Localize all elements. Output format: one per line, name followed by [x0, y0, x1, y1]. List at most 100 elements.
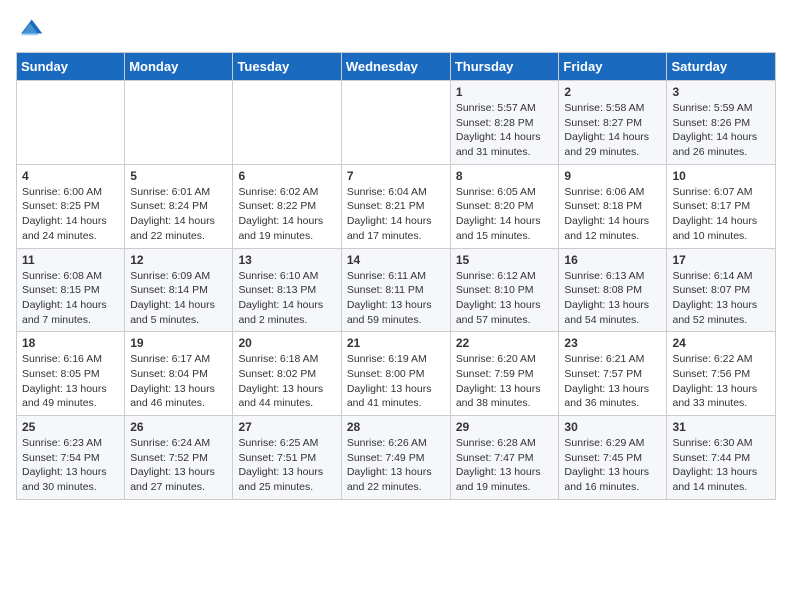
day-info: Sunrise: 6:00 AM Sunset: 8:25 PM Dayligh…: [22, 185, 119, 244]
day-number: 7: [347, 169, 445, 183]
calendar-cell: [233, 81, 341, 165]
day-number: 30: [564, 420, 661, 434]
day-number: 23: [564, 336, 661, 350]
calendar-week-3: 11 Sunrise: 6:08 AM Sunset: 8:15 PM Dayli…: [17, 248, 776, 332]
day-number: 31: [672, 420, 770, 434]
day-info: Sunrise: 6:11 AM Sunset: 8:11 PM Dayligh…: [347, 269, 445, 328]
calendar-cell: 5 Sunrise: 6:01 AM Sunset: 8:24 PM Daylig…: [125, 164, 233, 248]
logo-icon: [16, 16, 44, 44]
day-number: 10: [672, 169, 770, 183]
day-info: Sunrise: 6:22 AM Sunset: 7:56 PM Dayligh…: [672, 352, 770, 411]
day-number: 5: [130, 169, 227, 183]
calendar-cell: 2 Sunrise: 5:58 AM Sunset: 8:27 PM Daylig…: [559, 81, 667, 165]
calendar-cell: 17 Sunrise: 6:14 AM Sunset: 8:07 PM Dayli…: [667, 248, 776, 332]
day-number: 14: [347, 253, 445, 267]
day-number: 9: [564, 169, 661, 183]
day-info: Sunrise: 5:59 AM Sunset: 8:26 PM Dayligh…: [672, 101, 770, 160]
day-info: Sunrise: 6:09 AM Sunset: 8:14 PM Dayligh…: [130, 269, 227, 328]
day-info: Sunrise: 6:18 AM Sunset: 8:02 PM Dayligh…: [238, 352, 335, 411]
day-number: 27: [238, 420, 335, 434]
day-number: 21: [347, 336, 445, 350]
page-header: [16, 16, 776, 44]
day-info: Sunrise: 6:10 AM Sunset: 8:13 PM Dayligh…: [238, 269, 335, 328]
day-info: Sunrise: 6:20 AM Sunset: 7:59 PM Dayligh…: [456, 352, 554, 411]
calendar-cell: 9Sunrise: 6:06 AM Sunset: 8:18 PM Daylig…: [559, 164, 667, 248]
day-number: 12: [130, 253, 227, 267]
calendar-week-4: 18 Sunrise: 6:16 AM Sunset: 8:05 PM Dayli…: [17, 332, 776, 416]
calendar-cell: 15 Sunrise: 6:12 AM Sunset: 8:10 PM Dayli…: [450, 248, 559, 332]
day-info: Sunrise: 6:23 AM Sunset: 7:54 PM Dayligh…: [22, 436, 119, 495]
day-info: Sunrise: 6:04 AM Sunset: 8:21 PM Dayligh…: [347, 185, 445, 244]
day-info: Sunrise: 6:25 AM Sunset: 7:51 PM Dayligh…: [238, 436, 335, 495]
day-number: 22: [456, 336, 554, 350]
calendar-cell: [17, 81, 125, 165]
day-number: 16: [564, 253, 661, 267]
day-number: 18: [22, 336, 119, 350]
day-number: 11: [22, 253, 119, 267]
calendar-cell: 23 Sunrise: 6:21 AM Sunset: 7:57 PM Dayli…: [559, 332, 667, 416]
day-info: Sunrise: 6:19 AM Sunset: 8:00 PM Dayligh…: [347, 352, 445, 411]
calendar-cell: 12 Sunrise: 6:09 AM Sunset: 8:14 PM Dayli…: [125, 248, 233, 332]
calendar-header-wednesday: Wednesday: [341, 53, 450, 81]
calendar-cell: 8Sunrise: 6:05 AM Sunset: 8:20 PM Daylig…: [450, 164, 559, 248]
calendar-header-saturday: Saturday: [667, 53, 776, 81]
day-info: Sunrise: 6:12 AM Sunset: 8:10 PM Dayligh…: [456, 269, 554, 328]
day-info: Sunrise: 6:02 AM Sunset: 8:22 PM Dayligh…: [238, 185, 335, 244]
day-info: Sunrise: 6:26 AM Sunset: 7:49 PM Dayligh…: [347, 436, 445, 495]
calendar-cell: 26 Sunrise: 6:24 AM Sunset: 7:52 PM Dayli…: [125, 416, 233, 500]
calendar-cell: 11 Sunrise: 6:08 AM Sunset: 8:15 PM Dayli…: [17, 248, 125, 332]
calendar-cell: 7 Sunrise: 6:04 AM Sunset: 8:21 PM Daylig…: [341, 164, 450, 248]
day-number: 20: [238, 336, 335, 350]
calendar-cell: 13 Sunrise: 6:10 AM Sunset: 8:13 PM Dayli…: [233, 248, 341, 332]
calendar-header-thursday: Thursday: [450, 53, 559, 81]
calendar-cell: 27 Sunrise: 6:25 AM Sunset: 7:51 PM Dayli…: [233, 416, 341, 500]
calendar-cell: 3 Sunrise: 5:59 AM Sunset: 8:26 PM Daylig…: [667, 81, 776, 165]
day-number: 24: [672, 336, 770, 350]
day-number: 2: [564, 85, 661, 99]
day-info: Sunrise: 6:16 AM Sunset: 8:05 PM Dayligh…: [22, 352, 119, 411]
calendar-week-5: 25Sunrise: 6:23 AM Sunset: 7:54 PM Dayli…: [17, 416, 776, 500]
day-number: 4: [22, 169, 119, 183]
day-number: 8: [456, 169, 554, 183]
calendar-cell: [125, 81, 233, 165]
calendar-week-2: 4 Sunrise: 6:00 AM Sunset: 8:25 PM Daylig…: [17, 164, 776, 248]
calendar-cell: 1 Sunrise: 5:57 AM Sunset: 8:28 PM Daylig…: [450, 81, 559, 165]
day-number: 13: [238, 253, 335, 267]
day-number: 15: [456, 253, 554, 267]
day-info: Sunrise: 6:30 AM Sunset: 7:44 PM Dayligh…: [672, 436, 770, 495]
day-info: Sunrise: 6:07 AM Sunset: 8:17 PM Dayligh…: [672, 185, 770, 244]
calendar-header-tuesday: Tuesday: [233, 53, 341, 81]
day-info: Sunrise: 6:13 AM Sunset: 8:08 PM Dayligh…: [564, 269, 661, 328]
calendar-cell: 6 Sunrise: 6:02 AM Sunset: 8:22 PM Daylig…: [233, 164, 341, 248]
day-number: 17: [672, 253, 770, 267]
calendar-cell: 28Sunrise: 6:26 AM Sunset: 7:49 PM Dayli…: [341, 416, 450, 500]
day-info: Sunrise: 6:08 AM Sunset: 8:15 PM Dayligh…: [22, 269, 119, 328]
calendar-cell: 25Sunrise: 6:23 AM Sunset: 7:54 PM Dayli…: [17, 416, 125, 500]
calendar-header-friday: Friday: [559, 53, 667, 81]
calendar-header-row: SundayMondayTuesdayWednesdayThursdayFrid…: [17, 53, 776, 81]
day-info: Sunrise: 6:01 AM Sunset: 8:24 PM Dayligh…: [130, 185, 227, 244]
calendar-cell: 10 Sunrise: 6:07 AM Sunset: 8:17 PM Dayli…: [667, 164, 776, 248]
calendar-cell: 4 Sunrise: 6:00 AM Sunset: 8:25 PM Daylig…: [17, 164, 125, 248]
day-info: Sunrise: 6:28 AM Sunset: 7:47 PM Dayligh…: [456, 436, 554, 495]
day-number: 26: [130, 420, 227, 434]
calendar-cell: 19 Sunrise: 6:17 AM Sunset: 8:04 PM Dayli…: [125, 332, 233, 416]
day-number: 1: [456, 85, 554, 99]
calendar-table: SundayMondayTuesdayWednesdayThursdayFrid…: [16, 52, 776, 500]
day-info: Sunrise: 6:24 AM Sunset: 7:52 PM Dayligh…: [130, 436, 227, 495]
day-number: 29: [456, 420, 554, 434]
day-info: Sunrise: 5:58 AM Sunset: 8:27 PM Dayligh…: [564, 101, 661, 160]
day-info: Sunrise: 6:21 AM Sunset: 7:57 PM Dayligh…: [564, 352, 661, 411]
day-number: 3: [672, 85, 770, 99]
day-number: 19: [130, 336, 227, 350]
calendar-cell: 31 Sunrise: 6:30 AM Sunset: 7:44 PM Dayli…: [667, 416, 776, 500]
calendar-cell: 29 Sunrise: 6:28 AM Sunset: 7:47 PM Dayli…: [450, 416, 559, 500]
calendar-cell: 20 Sunrise: 6:18 AM Sunset: 8:02 PM Dayli…: [233, 332, 341, 416]
calendar-cell: 24 Sunrise: 6:22 AM Sunset: 7:56 PM Dayli…: [667, 332, 776, 416]
day-info: Sunrise: 5:57 AM Sunset: 8:28 PM Dayligh…: [456, 101, 554, 160]
calendar-cell: 21 Sunrise: 6:19 AM Sunset: 8:00 PM Dayli…: [341, 332, 450, 416]
day-number: 6: [238, 169, 335, 183]
day-info: Sunrise: 6:14 AM Sunset: 8:07 PM Dayligh…: [672, 269, 770, 328]
day-info: Sunrise: 6:29 AM Sunset: 7:45 PM Dayligh…: [564, 436, 661, 495]
day-info: Sunrise: 6:17 AM Sunset: 8:04 PM Dayligh…: [130, 352, 227, 411]
